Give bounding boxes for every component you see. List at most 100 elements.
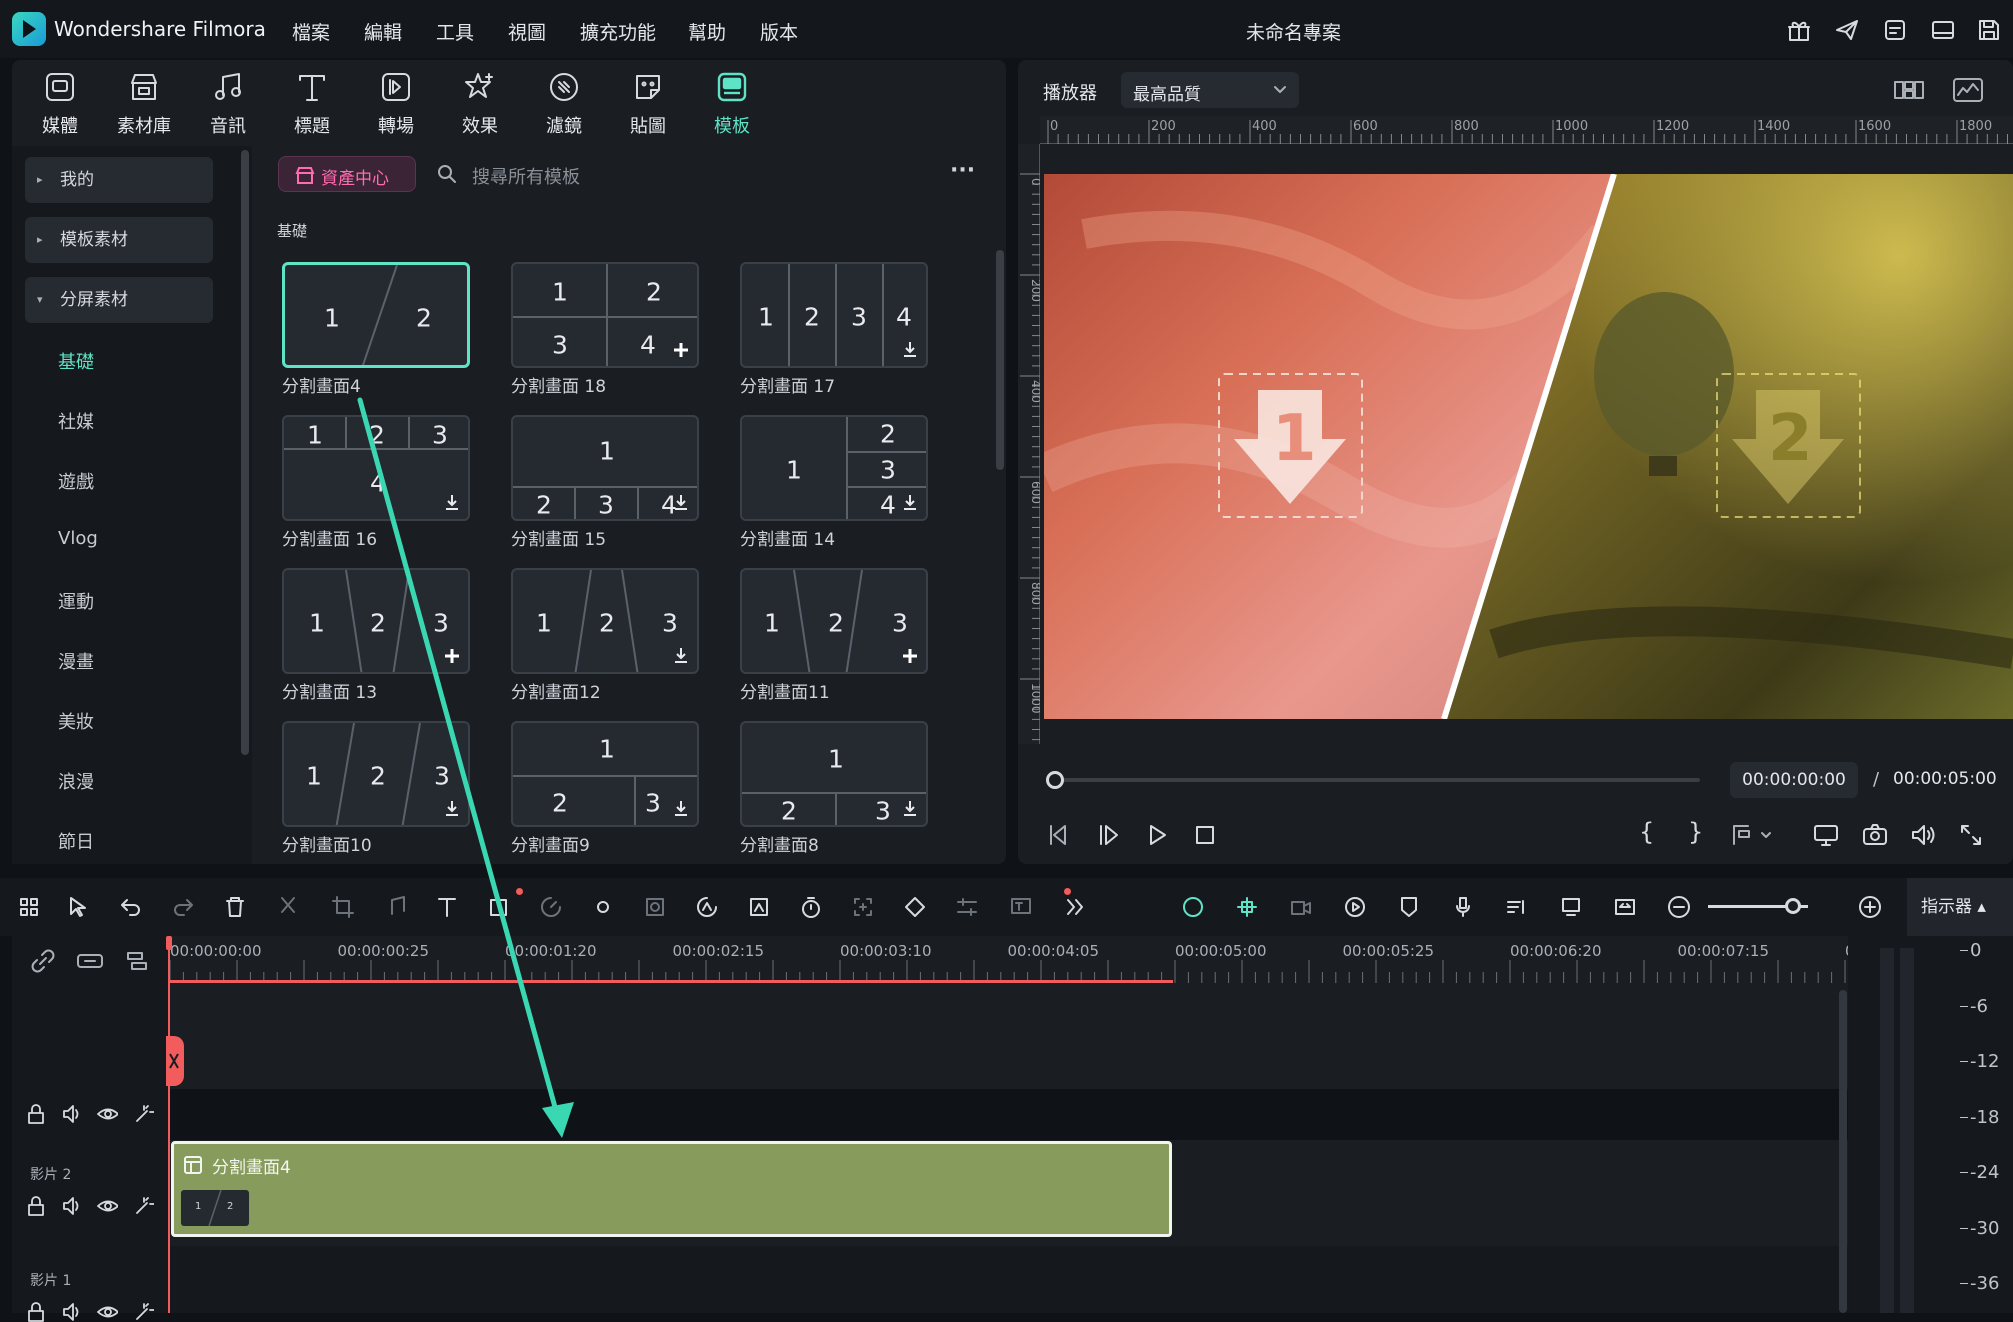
- sidebar-item-social[interactable]: 社媒: [58, 408, 94, 434]
- template-tile[interactable]: 1234: [740, 262, 928, 368]
- render-icon[interactable]: [1342, 894, 1368, 920]
- tab-stickers[interactable]: 貼圖: [613, 70, 683, 138]
- grid-view-icon[interactable]: [1893, 77, 1925, 103]
- track-volume-icon[interactable]: [60, 1300, 82, 1322]
- auto-reframe-icon[interactable]: [850, 894, 876, 920]
- smart-edit-icon[interactable]: [746, 894, 772, 920]
- mask-icon[interactable]: [642, 894, 668, 920]
- lock-icon[interactable]: [24, 1102, 46, 1124]
- timeline-scrollbar[interactable]: [1839, 990, 1847, 1313]
- add-icon[interactable]: [903, 649, 917, 663]
- download-icon[interactable]: [675, 801, 687, 816]
- sidebar-group-template-assets[interactable]: ▸ 模板素材: [25, 217, 213, 263]
- timeline-clip[interactable]: 分割畫面4 1 2: [171, 1141, 1172, 1237]
- menu-tools[interactable]: 工具: [436, 18, 474, 45]
- track-volume-icon[interactable]: [60, 1194, 82, 1216]
- adjust-icon[interactable]: [954, 894, 980, 920]
- add-icon[interactable]: [445, 649, 459, 663]
- tab-stock[interactable]: 素材庫: [109, 70, 179, 138]
- indicator-dropdown[interactable]: 指示器 ▴: [1907, 878, 2013, 936]
- redo-icon[interactable]: [170, 894, 196, 920]
- fullscreen-icon[interactable]: [1958, 822, 1984, 848]
- menu-extensions[interactable]: 擴充功能: [580, 18, 656, 45]
- tab-media[interactable]: 媒體: [25, 70, 95, 138]
- sidebar-item-holiday[interactable]: 節日: [58, 828, 94, 854]
- visibility-eye-icon[interactable]: [96, 1300, 118, 1322]
- marker-icon[interactable]: [1730, 822, 1776, 848]
- menu-version[interactable]: 版本: [760, 18, 798, 45]
- library-scrollbar[interactable]: [996, 250, 1004, 470]
- display-icon[interactable]: [1812, 822, 1840, 848]
- sidebar-group-mine[interactable]: ▸ 我的: [25, 157, 213, 203]
- volume-icon[interactable]: [1909, 822, 1937, 848]
- asset-center-button[interactable]: 資產中心: [278, 156, 416, 192]
- template-tile[interactable]: 12: [282, 262, 470, 368]
- ai-cutout-icon[interactable]: [694, 894, 720, 920]
- download-icon[interactable]: [904, 342, 916, 357]
- add-icon[interactable]: [674, 343, 688, 357]
- track-effects-icon[interactable]: [132, 1102, 154, 1124]
- sidebar-item-sports[interactable]: 運動: [58, 588, 94, 614]
- download-icon[interactable]: [675, 648, 687, 663]
- audio-edit-icon[interactable]: [384, 894, 410, 920]
- track-volume-icon[interactable]: [60, 1102, 82, 1124]
- track-manager-icon[interactable]: [124, 948, 150, 974]
- template-tile[interactable]: 1234: [511, 415, 699, 521]
- shape-icon[interactable]: [486, 894, 512, 920]
- text-icon[interactable]: [434, 894, 460, 920]
- select-arrow-icon[interactable]: [66, 894, 92, 920]
- progress-track[interactable]: [1055, 778, 1700, 782]
- layout-icon[interactable]: [1930, 17, 1956, 43]
- tab-templates[interactable]: 模板: [697, 70, 767, 138]
- multicam-icon[interactable]: [1288, 894, 1314, 920]
- keyframe-icon[interactable]: [902, 894, 928, 920]
- waveform-chart-icon[interactable]: [1952, 76, 1984, 104]
- mark-out-button[interactable]: }: [1688, 818, 1703, 846]
- lock-icon[interactable]: [24, 1194, 46, 1216]
- template-tile[interactable]: 1 2 3: [282, 568, 470, 674]
- fit-icon[interactable]: [1612, 894, 1638, 920]
- sidebar-group-split-screen[interactable]: ▾ 分屏素材: [25, 277, 213, 323]
- quality-select[interactable]: 最高品質: [1121, 72, 1299, 108]
- cut-icon[interactable]: [276, 894, 302, 920]
- current-time[interactable]: 00:00:00:00: [1730, 762, 1858, 798]
- template-tile[interactable]: 1 2 3: [282, 721, 470, 827]
- tab-filters[interactable]: 濾鏡: [529, 70, 599, 138]
- template-tile[interactable]: 1 2 3: [511, 721, 699, 827]
- progress-handle[interactable]: [1046, 771, 1064, 789]
- menu-view[interactable]: 視圖: [508, 18, 546, 45]
- playhead-handle[interactable]: [166, 936, 172, 950]
- download-icon[interactable]: [446, 495, 458, 510]
- template-tile[interactable]: 1 2 3: [511, 568, 699, 674]
- sidebar-item-vlog[interactable]: Vlog: [58, 528, 98, 549]
- track-effects-icon[interactable]: [132, 1194, 154, 1216]
- sidebar-item-comics[interactable]: 漫畫: [58, 648, 94, 674]
- layout-grid-icon[interactable]: [16, 894, 42, 920]
- tab-transitions[interactable]: 轉場: [361, 70, 431, 138]
- download-icon[interactable]: [904, 801, 916, 816]
- menu-help[interactable]: 幫助: [688, 18, 726, 45]
- send-icon[interactable]: [1834, 17, 1860, 43]
- work-area-bar[interactable]: [170, 980, 1173, 983]
- more-options-button[interactable]: ···: [950, 158, 975, 183]
- speed-icon[interactable]: [538, 894, 564, 920]
- prev-frame-icon[interactable]: [1046, 822, 1072, 848]
- zoom-slider-handle[interactable]: [1785, 898, 1801, 914]
- download-icon[interactable]: [904, 495, 916, 510]
- visibility-eye-icon[interactable]: [96, 1194, 118, 1216]
- snap-icon[interactable]: [1234, 894, 1260, 920]
- zoom-out-icon[interactable]: [1666, 894, 1692, 920]
- play-slow-icon[interactable]: [1096, 822, 1122, 848]
- ai-copilot-icon[interactable]: [1180, 894, 1206, 920]
- sidebar-item-beauty[interactable]: 美妝: [58, 708, 94, 734]
- feedback-icon[interactable]: [1882, 17, 1908, 43]
- snapshot-icon[interactable]: [1861, 822, 1889, 848]
- sidebar-item-gaming[interactable]: 遊戲: [58, 468, 94, 494]
- gift-icon[interactable]: [1786, 17, 1812, 43]
- template-tile[interactable]: 1234: [282, 415, 470, 521]
- stop-icon[interactable]: [1192, 822, 1218, 848]
- menu-edit[interactable]: 編輯: [364, 18, 402, 45]
- link-icon[interactable]: [30, 948, 56, 974]
- template-tile[interactable]: 1 2 3: [740, 568, 928, 674]
- lock-icon[interactable]: [24, 1300, 46, 1322]
